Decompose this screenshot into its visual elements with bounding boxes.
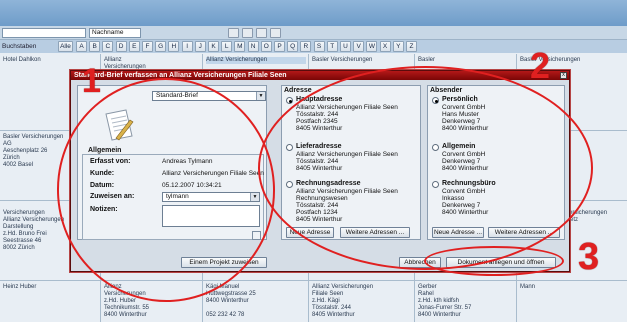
alpha-letter-button[interactable]: G [155, 41, 167, 52]
alpha-letter-button[interactable]: Y [392, 41, 404, 52]
alpha-letter-button[interactable]: H [168, 41, 180, 52]
alpha-letter-button[interactable]: V [353, 41, 365, 52]
annotation-ellipse-create [424, 246, 564, 276]
toolbar-grid-button[interactable] [270, 28, 281, 38]
alpha-letter-button[interactable]: L [221, 41, 233, 52]
alpha-letter-button[interactable]: S [313, 41, 325, 52]
annotation-ellipse-addresses [258, 66, 593, 270]
alpha-letter-button[interactable]: R [300, 41, 312, 52]
alpha-all-button[interactable]: Alle [58, 41, 73, 52]
alpha-letter-button[interactable]: W [366, 41, 378, 52]
search-input[interactable] [2, 28, 86, 38]
alpha-letter-button[interactable]: Q [287, 41, 299, 52]
grid-cell[interactable]: Allianz Versicherungen Filiale Seen z.Hd… [312, 284, 373, 319]
alpha-letter-button[interactable]: X [379, 41, 391, 52]
alpha-letter-button[interactable]: U [340, 41, 351, 52]
grid-cell[interactable]: Allianz Versicherungen [104, 57, 146, 71]
alphabet-caption: Buchstaben [2, 43, 37, 50]
alpha-letter-button[interactable]: M [234, 41, 246, 52]
toolbar-delete-button[interactable] [242, 28, 253, 38]
alpha-letter-button[interactable]: O [260, 41, 272, 52]
app-title-bar [0, 0, 627, 26]
grid-cell[interactable]: Versicherungen [3, 210, 45, 217]
alpha-letter-button[interactable]: K [208, 41, 219, 52]
name-selector-label: Nachname [92, 29, 124, 36]
dialog-close-button[interactable]: x [560, 72, 567, 79]
alpha-letter-button[interactable]: T [326, 41, 338, 52]
haupt-radio[interactable] [286, 97, 293, 104]
alpha-letter-button[interactable]: A [76, 41, 87, 52]
grid-cell[interactable]: Basler [418, 57, 435, 64]
grid-cell[interactable]: Basler Versicherungen AG Aeschenplatz 26… [3, 134, 63, 169]
annotation-number-one: 1 [82, 62, 101, 100]
alpha-letter-button[interactable]: Z [406, 41, 417, 52]
adresse-title: Adresse [284, 87, 312, 94]
toolbar-print-button[interactable] [256, 28, 267, 38]
annotation-number-two: 2 [530, 45, 551, 86]
grid-cell[interactable]: Heinz Huber [3, 284, 36, 291]
alpha-letter-button[interactable]: I [181, 41, 193, 52]
name-field-selector[interactable]: Nachname [89, 28, 141, 38]
annotation-number-three: 3 [578, 236, 600, 278]
alpha-letter-button[interactable]: B [89, 41, 101, 52]
search-toolbar: Nachname [0, 26, 627, 40]
toolbar-back-button[interactable] [228, 28, 239, 38]
grid-cell-selected[interactable]: Allianz Versicherungen [206, 57, 306, 64]
chevron-down-icon: ▼ [256, 92, 265, 100]
alpha-letter-button[interactable]: N [247, 41, 259, 52]
alpha-letter-button[interactable]: P [274, 41, 285, 52]
alpha-letter-button[interactable]: D [115, 41, 127, 52]
alpha-letter-button[interactable]: F [142, 41, 153, 52]
alpha-letter-button[interactable]: J [194, 41, 206, 52]
grid-cell[interactable]: Mann [520, 284, 535, 291]
grid-cell[interactable]: Basler Versicherungen [312, 57, 372, 64]
grid-cell[interactable]: Hotel Dahlkon [3, 57, 41, 64]
alpha-letter-button[interactable]: C [102, 41, 114, 52]
grid-cell[interactable]: Gerber Rahel z.Hd. kth kidfsh Jonas-Furr… [418, 284, 471, 319]
alpha-letter-button[interactable]: E [128, 41, 140, 52]
grid-cell[interactable]: Allianz Versicherungen Darstellung z.Hd.… [3, 217, 64, 252]
